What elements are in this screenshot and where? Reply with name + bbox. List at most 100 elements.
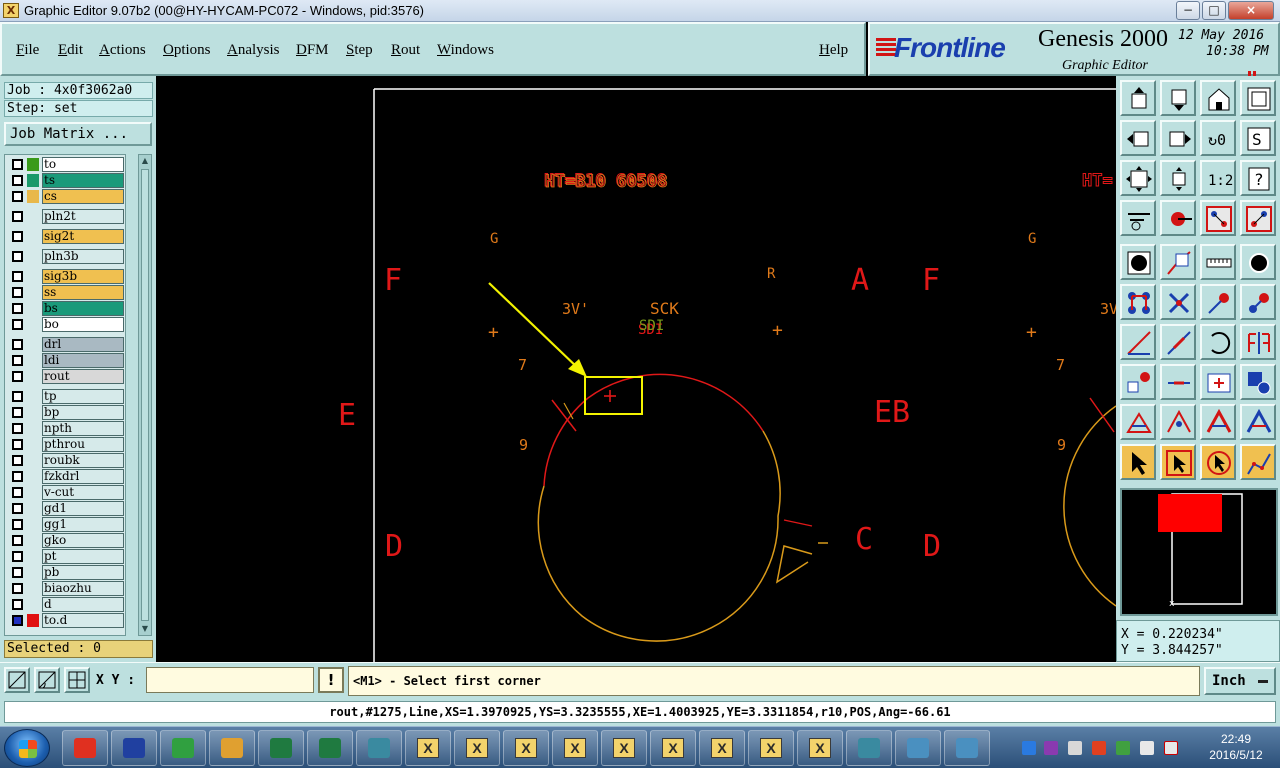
layer-checkbox[interactable] [12, 407, 23, 418]
layer-name[interactable]: biaozhu [42, 581, 124, 596]
layer-name[interactable]: ts [42, 173, 124, 188]
layer-row-sig2t[interactable]: sig2t [7, 229, 125, 244]
pan-right-icon[interactable] [1160, 120, 1196, 156]
zoom-window-icon[interactable] [1240, 80, 1276, 116]
layer-color-swatch[interactable] [27, 190, 39, 203]
taskbar-item[interactable]: X [797, 730, 843, 766]
layer-row-pthrou[interactable]: pthrou [7, 437, 125, 452]
taskbar-item[interactable] [62, 730, 108, 766]
pan-left-icon[interactable] [1120, 120, 1156, 156]
layer-checkbox[interactable] [12, 339, 23, 350]
layer-name[interactable]: sig3b [42, 269, 124, 284]
taskbar-item[interactable] [258, 730, 304, 766]
taskbar-item[interactable]: X [454, 730, 500, 766]
menu-help[interactable]: Help [819, 42, 848, 59]
measure-tool-icon[interactable] [1120, 200, 1156, 236]
layer-scrollbar[interactable]: ▲ ▼ [138, 154, 152, 636]
layer-color-swatch[interactable] [27, 534, 39, 547]
layer-name[interactable]: roubk [42, 453, 124, 468]
layer-row-bs[interactable]: bs [7, 301, 125, 316]
layer-color-swatch[interactable] [27, 318, 39, 331]
zoom-home-icon[interactable] [1120, 80, 1156, 116]
layer-color-swatch[interactable] [27, 338, 39, 351]
copy-icon[interactable] [1240, 364, 1276, 400]
layer-color-swatch[interactable] [27, 518, 39, 531]
xy-input[interactable] [146, 667, 314, 693]
layer-row-pb[interactable]: pb [7, 565, 125, 580]
layer-name[interactable]: cs [42, 189, 124, 204]
select-path-icon[interactable] [1240, 444, 1276, 480]
layer-checkbox[interactable] [12, 355, 23, 366]
layer-checkbox[interactable] [12, 535, 23, 546]
layer-color-swatch[interactable] [27, 250, 39, 263]
taskbar-item[interactable] [209, 730, 255, 766]
layer-row-pln2t[interactable]: pln2t [7, 209, 125, 224]
unit-selector[interactable]: Inch [1204, 667, 1276, 695]
arc-point2-icon[interactable] [1240, 284, 1276, 320]
taskbar-item[interactable] [111, 730, 157, 766]
window-title-bar[interactable]: X Graphic Editor 9.07b2 (00@HY-HYCAM-PC0… [0, 0, 1280, 22]
flag-icon[interactable] [1164, 741, 1178, 755]
taskbar-item[interactable] [895, 730, 941, 766]
layer-color-swatch[interactable] [27, 354, 39, 367]
taskbar-item[interactable]: X [503, 730, 549, 766]
layer-name[interactable]: gd1 [42, 501, 124, 516]
scroll-up-icon[interactable]: ▲ [140, 156, 150, 166]
layer-checkbox[interactable] [12, 519, 23, 530]
scroll-thumb[interactable] [141, 169, 149, 621]
layer-name[interactable]: pb [42, 565, 124, 580]
zoom-fit-icon[interactable]: ↻0 [1200, 120, 1236, 156]
layer-color-swatch[interactable] [27, 270, 39, 283]
close-button[interactable]: × [1228, 1, 1274, 20]
home-icon[interactable] [1200, 80, 1236, 116]
zoom-center-icon[interactable] [1160, 160, 1196, 196]
layer-checkbox[interactable] [12, 287, 23, 298]
layer-checkbox[interactable] [12, 551, 23, 562]
layer-checkbox[interactable] [12, 319, 23, 330]
taskbar-item[interactable] [356, 730, 402, 766]
select-box-icon[interactable] [1160, 444, 1196, 480]
menu-rout[interactable]: Rout [391, 42, 420, 59]
menu-analysis[interactable]: Analysis [227, 42, 280, 59]
drill-icon[interactable] [1160, 200, 1196, 236]
layer-row-cs[interactable]: cs [7, 189, 125, 204]
break-icon[interactable] [1120, 364, 1156, 400]
layer-list[interactable]: to ts cs pln2t sig2t pln3b sig3b ss bs bo drl ldi ro… [4, 154, 126, 636]
tri-red-icon[interactable] [1200, 404, 1236, 440]
layer-checkbox[interactable] [12, 175, 23, 186]
graphic-canvas[interactable]: HT=B10 60508 HT=B10 60508 HT= G G R F A … [156, 76, 1116, 662]
layer-name[interactable]: ss [42, 285, 124, 300]
maximize-button[interactable]: □ [1202, 1, 1226, 20]
layer-checkbox[interactable] [12, 391, 23, 402]
extend-icon[interactable] [1160, 364, 1196, 400]
layer-align-icon[interactable] [1200, 200, 1236, 236]
connect-icon[interactable] [1120, 284, 1156, 320]
overview-viewport[interactable] [1158, 494, 1222, 532]
input-icon[interactable] [1022, 741, 1036, 755]
layer-checkbox[interactable] [12, 599, 23, 610]
flip-icon[interactable] [1240, 324, 1276, 360]
taskbar-item[interactable]: X [748, 730, 794, 766]
scroll-down-icon[interactable]: ▼ [140, 624, 150, 634]
layer-color-swatch[interactable] [27, 454, 39, 467]
tri-blue-icon[interactable] [1240, 404, 1276, 440]
layer-checkbox[interactable] [12, 271, 23, 282]
layer-row-to.d[interactable]: to.d [7, 613, 125, 628]
layer-color-swatch[interactable] [27, 286, 39, 299]
layer-name[interactable]: d [42, 597, 124, 612]
arc-point-icon[interactable] [1200, 284, 1236, 320]
layer-checkbox[interactable] [12, 251, 23, 262]
layer-row-d[interactable]: d [7, 597, 125, 612]
layer-checkbox[interactable] [12, 303, 23, 314]
warning-button[interactable]: ! [318, 667, 344, 693]
snap-icon[interactable]: S [1240, 120, 1276, 156]
layer-row-to[interactable]: to [7, 157, 125, 172]
layer-color-swatch[interactable] [27, 390, 39, 403]
layer-name[interactable]: pln2t [42, 209, 124, 224]
minimize-button[interactable]: − [1176, 1, 1200, 20]
layer-row-tp[interactable]: tp [7, 389, 125, 404]
zoom-back-icon[interactable] [1160, 80, 1196, 116]
taskbar-item[interactable] [160, 730, 206, 766]
layer-name[interactable]: bs [42, 301, 124, 316]
volume-icon[interactable] [1140, 741, 1154, 755]
